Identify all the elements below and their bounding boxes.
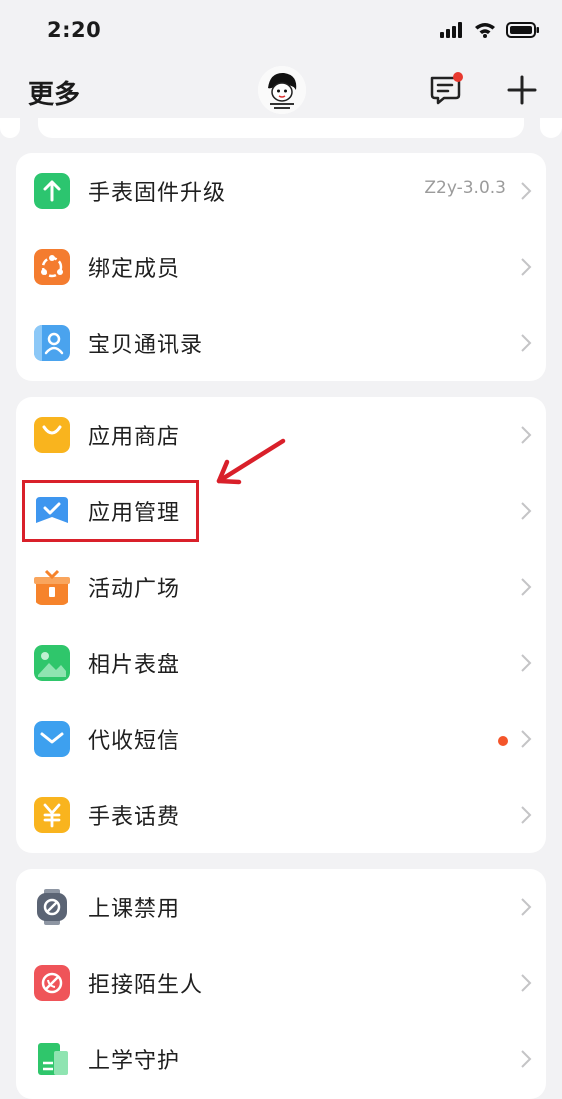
- upload-arrow-icon: [34, 173, 70, 209]
- gift-icon: [34, 569, 70, 605]
- item-label: 相片表盘: [88, 653, 181, 678]
- list-item-firmware-upgrade[interactable]: 手表固件升级 Z2y-3.0.3: [16, 153, 546, 229]
- signal-icon: [440, 22, 462, 38]
- chevron-right-icon: [521, 258, 532, 276]
- carousel-edge: [0, 118, 562, 140]
- yuan-icon: [34, 797, 70, 833]
- chevron-right-icon: [521, 502, 532, 520]
- carousel-card-right-edge: [540, 118, 562, 138]
- item-label: 宝贝通讯录: [88, 333, 204, 358]
- chevron-right-icon: [521, 654, 532, 672]
- status-icons: [440, 22, 540, 38]
- item-label: 应用商店: [88, 425, 181, 450]
- card-device: 手表固件升级 Z2y-3.0.3 绑定成员 宝贝通讯录: [16, 153, 546, 381]
- firmware-version: Z2y-3.0.3: [424, 178, 506, 198]
- item-label: 手表话费: [88, 805, 181, 830]
- item-label: 代收短信: [88, 729, 181, 754]
- item-label: 手表固件升级: [88, 181, 227, 206]
- disable-watch-icon: [37, 889, 67, 925]
- list-item-sms-proxy[interactable]: 代收短信: [16, 701, 546, 777]
- chevron-right-icon: [521, 898, 532, 916]
- list-item-photo-watchface[interactable]: 相片表盘: [16, 625, 546, 701]
- message-icon[interactable]: [428, 72, 464, 108]
- page-title: 更多: [28, 80, 81, 110]
- card-guard: 上课禁用 拒接陌生人 上学守护: [16, 869, 546, 1099]
- list-item-reject-strangers[interactable]: 拒接陌生人: [16, 945, 546, 1021]
- highlight-box: [22, 480, 199, 542]
- notification-dot: [453, 72, 463, 82]
- status-time: 2:20: [47, 18, 102, 42]
- chevron-right-icon: [521, 974, 532, 992]
- wifi-icon: [475, 23, 495, 38]
- photo-icon: [34, 645, 70, 681]
- unread-badge: [498, 736, 508, 746]
- item-label: 活动广场: [88, 577, 181, 602]
- carousel-card-current[interactable]: [38, 118, 524, 138]
- nav-bar: 更多: [0, 64, 562, 120]
- chevron-right-icon: [521, 730, 532, 748]
- chevron-right-icon: [521, 578, 532, 596]
- avatar[interactable]: [258, 66, 306, 114]
- block-call-icon: [34, 965, 70, 1001]
- chevron-right-icon: [521, 806, 532, 824]
- chevron-right-icon: [521, 426, 532, 444]
- list-item-school-guard[interactable]: 上学守护: [16, 1021, 546, 1097]
- list-item-contacts[interactable]: 宝贝通讯录: [16, 305, 546, 381]
- chevron-right-icon: [521, 182, 532, 200]
- contacts-icon: [34, 325, 70, 361]
- shopping-bag-icon: [34, 417, 70, 453]
- status-bar: 2:20: [0, 0, 562, 64]
- list-item-activity-plaza[interactable]: 活动广场: [16, 549, 546, 625]
- members-icon: [34, 249, 70, 285]
- item-label: 拒接陌生人: [88, 973, 204, 998]
- message-icon: [34, 721, 70, 757]
- item-label: 上课禁用: [88, 897, 181, 922]
- carousel-card-left-edge: [0, 118, 20, 138]
- school-guard-icon: [38, 1043, 68, 1075]
- battery-icon: [506, 22, 539, 38]
- chevron-right-icon: [521, 334, 532, 352]
- annotation-arrow-icon: [216, 438, 286, 485]
- list-item-class-disable[interactable]: 上课禁用: [16, 869, 546, 945]
- add-icon[interactable]: [504, 72, 540, 108]
- item-label: 上学守护: [88, 1049, 181, 1074]
- list-item-watch-phone-bill[interactable]: 手表话费: [16, 777, 546, 853]
- item-label: 绑定成员: [88, 257, 181, 282]
- chevron-right-icon: [521, 1050, 532, 1068]
- list-item-bind-members[interactable]: 绑定成员: [16, 229, 546, 305]
